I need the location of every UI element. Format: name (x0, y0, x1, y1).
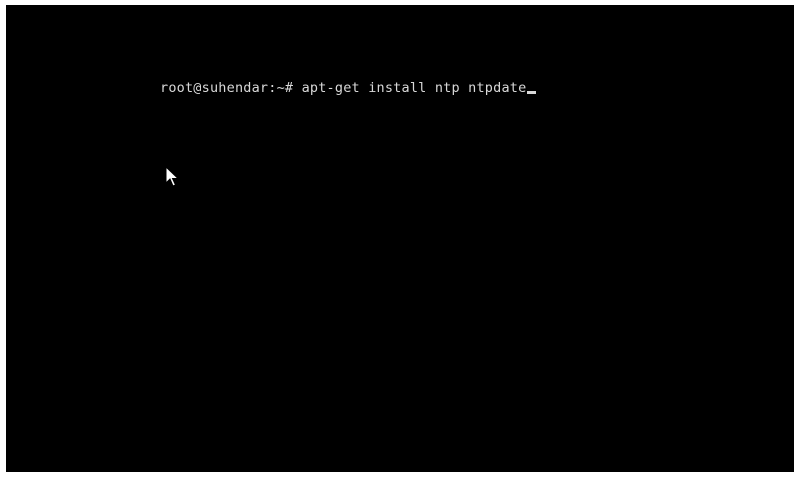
screen-frame: root@suhendar:~# apt-get install ntp ntp… (0, 0, 797, 478)
shell-prompt: root@suhendar:~# (160, 80, 294, 96)
terminal-console[interactable]: root@suhendar:~# apt-get install ntp ntp… (6, 5, 794, 472)
command-line[interactable]: root@suhendar:~# apt-get install ntp ntp… (160, 80, 537, 96)
text-cursor (527, 91, 537, 94)
typed-command: apt-get install ntp ntpdate (301, 80, 527, 96)
arrow-pointer-icon (165, 166, 179, 187)
